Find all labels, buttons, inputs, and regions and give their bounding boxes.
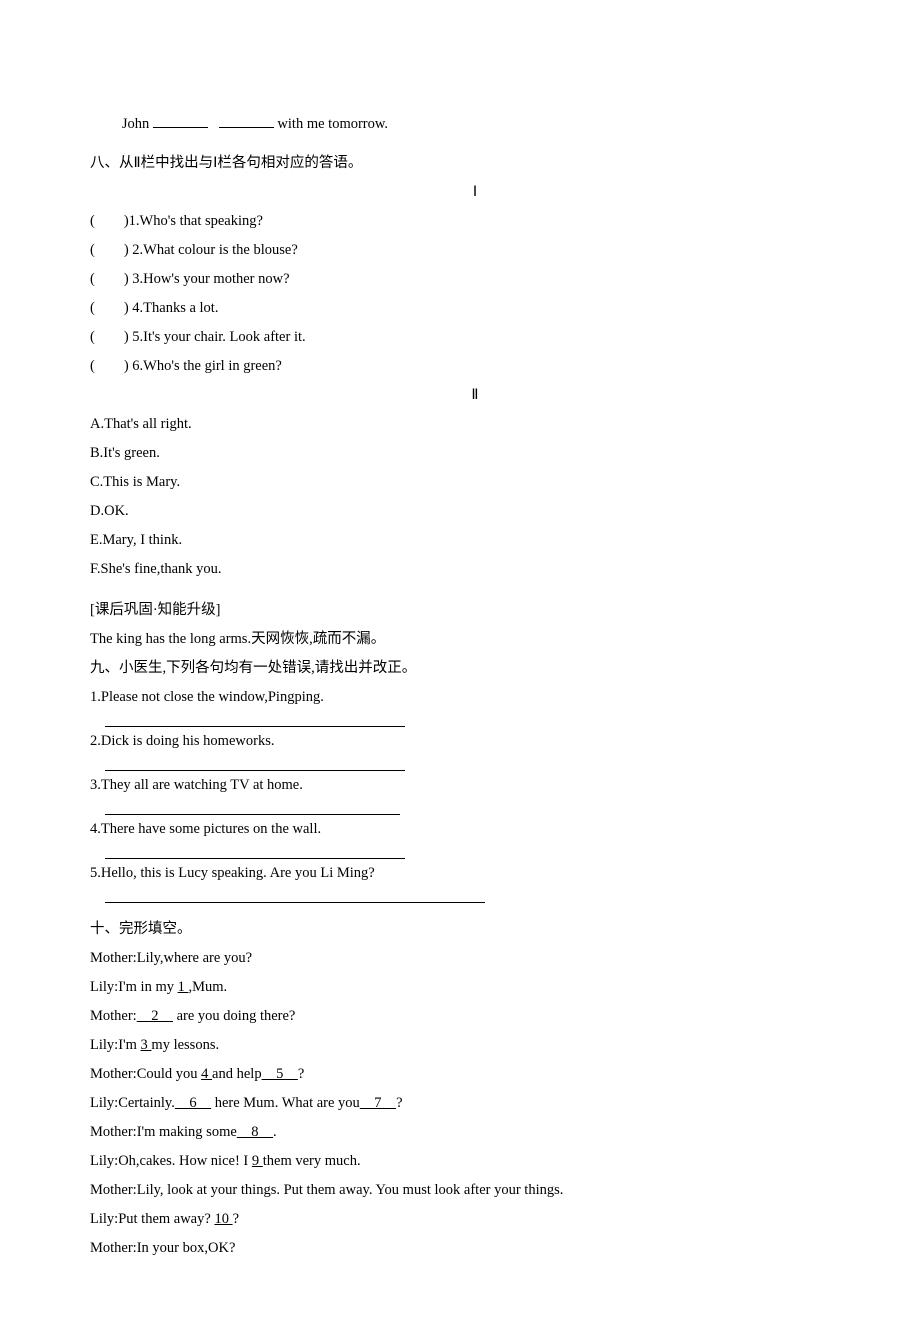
correction-blank[interactable] (105, 756, 405, 771)
cloze-line: Mother:Could you 4 and help 5 ? (90, 1060, 860, 1089)
cloze-line: Lily:I'm in my 1 ,Mum. (90, 973, 860, 1002)
cloze-line: Lily:I'm 3 my lessons. (90, 1031, 860, 1060)
fragment-suffix: with me tomorrow. (277, 116, 388, 132)
match-answer: B.It's green. (90, 439, 860, 468)
section-9-heading: 九、小医生,下列各句均有一处错误,请找出并改正。 (90, 654, 860, 683)
cloze-text: Lily:I'm in my (90, 979, 178, 995)
cloze-blank[interactable]: 3 (141, 1037, 152, 1053)
cloze-blank[interactable]: 5 (262, 1066, 298, 1082)
cloze-line: Mother: 2 are you doing there? (90, 1002, 860, 1031)
roman-2: Ⅱ (90, 381, 860, 410)
spacer (90, 584, 860, 596)
cloze-text: Lily:I'm (90, 1037, 141, 1053)
cloze-text: here Mum. What are you (211, 1095, 360, 1111)
error-item: 4.There have some pictures on the wall. (90, 815, 860, 844)
fill-blank[interactable] (153, 113, 208, 128)
section-10-heading: 十、完形填空。 (90, 915, 860, 944)
cloze-text: my lessons. (151, 1037, 219, 1053)
cloze-line: Lily:Put them away? 10 ? (90, 1205, 860, 1234)
cloze-text: Lily:Oh,cakes. How nice! I (90, 1153, 252, 1169)
cloze-text: Mother:In your box,OK? (90, 1240, 235, 1256)
error-item: 1.Please not close the window,Pingping. (90, 683, 860, 712)
cloze-blank[interactable]: 10 (214, 1211, 232, 1227)
cloze-line: Mother:Lily, look at your things. Put th… (90, 1176, 860, 1205)
cloze-text: ? (396, 1095, 402, 1111)
fill-blank[interactable] (219, 113, 274, 128)
match-answer: A.That's all right. (90, 410, 860, 439)
cloze-text: Mother: (90, 1008, 137, 1024)
cloze-text: Lily:Certainly. (90, 1095, 175, 1111)
cloze-text: them very much. (263, 1153, 361, 1169)
section-8-heading: 八、从Ⅱ栏中找出与Ⅰ栏各句相对应的答语。 (90, 149, 860, 178)
cloze-blank[interactable]: 9 (252, 1153, 263, 1169)
cloze-text: Mother:Lily, look at your things. Put th… (90, 1182, 563, 1198)
cloze-blank[interactable]: 1 (178, 979, 189, 995)
match-item: ( ) 3.How's your mother now? (90, 265, 860, 294)
supplement-line: [课后巩固·知能升级] (90, 596, 860, 625)
cloze-line: Mother:I'm making some 8 . (90, 1118, 860, 1147)
cloze-text: Mother:Lily,where are you? (90, 950, 252, 966)
cloze-blank[interactable]: 4 (201, 1066, 212, 1082)
error-item: 2.Dick is doing his homeworks. (90, 727, 860, 756)
error-item: 5.Hello, this is Lucy speaking. Are you … (90, 859, 860, 888)
correction-blank[interactable] (105, 888, 485, 903)
cloze-line: Lily:Certainly. 6 here Mum. What are you… (90, 1089, 860, 1118)
cloze-text: Mother:Could you (90, 1066, 201, 1082)
cloze-blank[interactable]: 2 (137, 1008, 173, 1024)
correction-blank[interactable] (105, 712, 405, 727)
correction-blank[interactable] (105, 800, 400, 815)
proverb-line: The king has the long arms.天网恢恢,疏而不漏。 (90, 625, 860, 654)
cloze-text: Lily:Put them away? (90, 1211, 214, 1227)
match-answer: D.OK. (90, 497, 860, 526)
cloze-blank[interactable]: 8 (237, 1124, 273, 1140)
cloze-line: Mother:Lily,where are you? (90, 944, 860, 973)
correction-blank[interactable] (105, 844, 405, 859)
spacer (90, 903, 860, 915)
match-item: ( ) 5.It's your chair. Look after it. (90, 323, 860, 352)
match-item: ( ) 2.What colour is the blouse? (90, 236, 860, 265)
match-answer: E.Mary, I think. (90, 526, 860, 555)
match-answer: F.She's fine,thank you. (90, 555, 860, 584)
cloze-text: ? (233, 1211, 239, 1227)
cloze-text: Mother:I'm making some (90, 1124, 237, 1140)
cloze-text: are you doing there? (173, 1008, 295, 1024)
roman-1: Ⅰ (90, 178, 860, 207)
cloze-line: Lily:Oh,cakes. How nice! I 9 them very m… (90, 1147, 860, 1176)
error-item: 3.They all are watching TV at home. (90, 771, 860, 800)
match-item: ( ) 6.Who's the girl in green? (90, 352, 860, 381)
cloze-text: ? (298, 1066, 304, 1082)
fragment-prefix: John (122, 116, 153, 132)
cloze-line: Mother:In your box,OK? (90, 1234, 860, 1263)
cloze-blank[interactable]: 6 (175, 1095, 211, 1111)
cloze-text: and help (212, 1066, 262, 1082)
cloze-text: ,Mum. (188, 979, 227, 995)
match-item: ( ) 4.Thanks a lot. (90, 294, 860, 323)
match-answer: C.This is Mary. (90, 468, 860, 497)
cloze-blank[interactable]: 7 (360, 1095, 396, 1111)
match-item: ( )1.Who's that speaking? (90, 207, 860, 236)
cloze-text: . (273, 1124, 277, 1140)
fragment-line: John with me tomorrow. (90, 110, 860, 139)
worksheet-page: John with me tomorrow. 八、从Ⅱ栏中找出与Ⅰ栏各句相对应的… (0, 0, 920, 1323)
